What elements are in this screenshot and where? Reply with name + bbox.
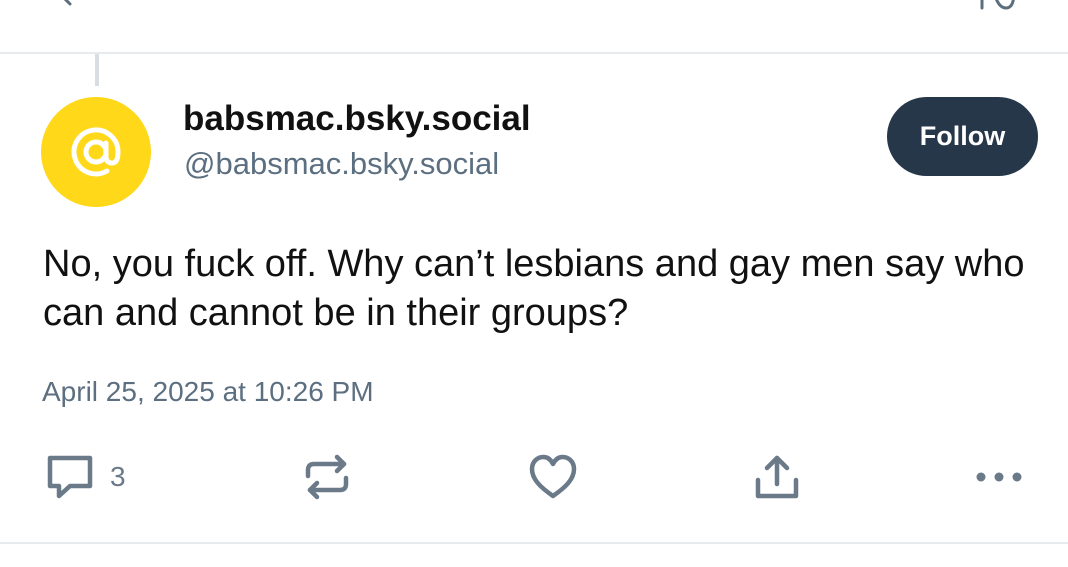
bottom-divider — [0, 542, 1068, 544]
top-navigation-strip — [0, 0, 1068, 54]
at-sign-icon — [67, 123, 125, 181]
heart-icon — [528, 452, 578, 502]
speech-bubble-icon — [44, 452, 96, 502]
partial-header-glyph-icon — [978, 0, 1016, 10]
share-button[interactable] — [752, 450, 802, 504]
thread-connector-line — [95, 54, 99, 86]
share-icon — [752, 452, 802, 502]
author-handle[interactable]: @babsmac.bsky.social — [184, 144, 499, 184]
more-options-button[interactable] — [974, 450, 1024, 504]
like-button[interactable] — [528, 450, 578, 504]
post-text: No, you fuck off. Why can’t lesbians and… — [43, 243, 1025, 334]
post-page: babsmac.bsky.social @babsmac.bsky.social… — [0, 0, 1068, 567]
avatar[interactable] — [41, 97, 151, 207]
more-dots-icon — [974, 470, 1024, 484]
reply-button[interactable]: 3 — [44, 450, 126, 504]
follow-button[interactable]: Follow — [887, 97, 1038, 176]
repost-icon — [302, 452, 352, 502]
author-display-name[interactable]: babsmac.bsky.social — [183, 98, 531, 140]
repost-button[interactable] — [302, 450, 352, 504]
reply-count: 3 — [110, 461, 126, 492]
post-timestamp: April 25, 2025 at 10:26 PM — [42, 376, 374, 407]
back-arrow-icon[interactable] — [58, 0, 76, 6]
